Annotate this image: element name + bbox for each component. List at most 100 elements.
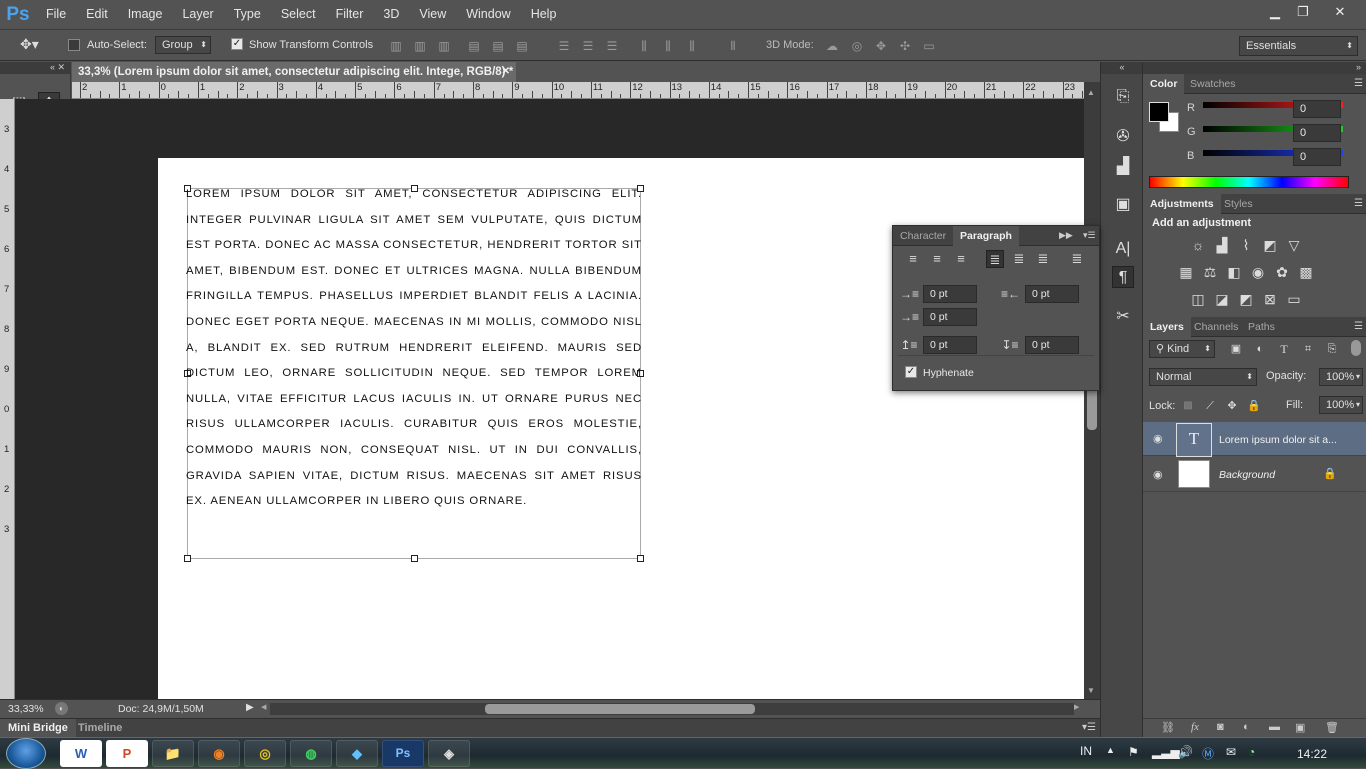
filter-pixel-icon[interactable]: ▣ [1227,341,1245,357]
color-foreground-swatch[interactable] [1149,102,1169,122]
menu-window[interactable]: Window [456,0,520,29]
menu-filter[interactable]: Filter [326,0,374,29]
photoshop-taskbar-button[interactable]: Ps [382,740,424,767]
3d-roll-icon[interactable]: ◎ [849,38,865,54]
collapse-strip-icon[interactable]: « [1101,62,1143,74]
menu-type[interactable]: Type [224,0,271,29]
new-adjustment-layer-icon[interactable]: ◐ [1243,721,1250,733]
color-lookup-icon[interactable]: ▩ [1297,264,1315,280]
layer-name[interactable]: Background [1219,469,1275,481]
menu-3d[interactable]: 3D [373,0,409,29]
3d-rotate-icon[interactable]: ☁ [824,38,840,54]
horizontal-scrollbar[interactable] [270,703,1074,715]
tools-panel-header[interactable]: « ✕ [0,62,71,74]
scroll-down-icon[interactable]: ▼ [1087,686,1095,695]
text-layer-content[interactable]: Lorem ipsum dolor sit amet, consectetur … [186,182,642,515]
menu-select[interactable]: Select [271,0,326,29]
collapse-panel-icon[interactable]: ▶▶ [1059,230,1073,241]
justify-last-right-icon[interactable]: ≣ [1034,250,1052,268]
network-icon[interactable]: ▂▃▅ [1152,745,1180,759]
selective-color-icon[interactable]: ⊠ [1261,291,1279,307]
channel-g-value[interactable]: 0 [1293,124,1341,142]
channel-b-value[interactable]: 0 [1293,148,1341,166]
align-left-text-icon[interactable]: ≡ [904,250,922,268]
minimize-button[interactable]: ▁ [1262,2,1288,22]
canvas-area[interactable]: Lorem ipsum dolor sit amet, consectetur … [15,99,1084,699]
word-taskbar-button[interactable]: W [60,740,102,767]
link-layers-icon[interactable]: ⛓ [1161,721,1175,734]
restore-button[interactable]: ❐ [1290,2,1316,22]
distribute-vcenter-icon[interactable]: ☰ [580,38,596,54]
opacity-input[interactable]: 100% ▾ [1319,368,1363,386]
panel-menu-icon[interactable]: ▾☰ [1082,722,1096,733]
indent-left-input[interactable]: 0 pt [923,285,977,303]
channel-mixer-icon[interactable]: ✿ [1273,264,1291,280]
tab-paths[interactable]: Paths [1241,317,1282,337]
3d-scale-icon[interactable]: ▭ [921,38,937,54]
action-center-flag-icon[interactable]: ⚑ [1128,745,1139,759]
filter-smart-object-icon[interactable]: ⎘ [1323,341,1341,357]
filter-shape-icon[interactable]: ⌗ [1299,341,1317,357]
clock[interactable]: 14:22 [1297,747,1327,761]
eye-icon[interactable]: ◉ [1153,432,1163,445]
align-hcenter-icon[interactable]: ▤ [490,38,506,54]
tab-color[interactable]: Color [1143,74,1185,94]
tray-app-icon-2[interactable]: ✉ [1226,745,1236,759]
tool-presets-icon[interactable]: ✂ [1112,306,1134,328]
space-before-input[interactable]: 0 pt [923,336,977,354]
exposure-icon[interactable]: ◩ [1261,237,1279,253]
tab-styles[interactable]: Styles [1217,194,1260,214]
panel-menu-icon[interactable]: ☰ [1354,78,1363,89]
lock-all-icon[interactable]: 🔒 [1245,398,1263,414]
layer-row-background[interactable]: ◉ Background 🔒 [1143,458,1366,492]
lock-transparent-icon[interactable]: ▩ [1179,398,1197,414]
navigator-panel-icon[interactable]: ✇ [1112,126,1134,148]
color-balance-icon[interactable]: ⚖ [1201,264,1219,280]
lock-position-icon[interactable]: ✥ [1223,398,1241,414]
tab-paragraph[interactable]: Paragraph [953,226,1019,246]
explorer-taskbar-button[interactable]: 📁 [152,740,194,767]
distribute-bottom-icon[interactable]: ☰ [604,38,620,54]
tab-mini-bridge[interactable]: Mini Bridge [0,719,76,738]
move-tool-preset-icon[interactable]: ✥▾ [20,36,39,53]
firefox-taskbar-button[interactable]: ◉ [198,740,240,767]
fill-input[interactable]: 100% ▾ [1319,396,1363,414]
threshold-icon[interactable]: ◩ [1237,291,1255,307]
scroll-left-icon[interactable]: ◀ [261,703,266,711]
distribute-left-icon[interactable]: ⫼ [636,38,652,54]
curves-icon[interactable]: ⌇ [1237,237,1255,253]
layer-row-text[interactable]: ◉ T Lorem ipsum dolor sit a... [1143,422,1366,457]
justify-last-center-icon[interactable]: ≣ [1010,250,1028,268]
close-document-icon[interactable]: ✕ [502,62,510,82]
menu-edit[interactable]: Edit [76,0,118,29]
app-taskbar-button-2[interactable]: ◆ [336,740,378,767]
layer-filter-kind-dropdown[interactable]: ⚲ Kind ⬍ [1149,340,1215,358]
menu-view[interactable]: View [409,0,456,29]
scroll-up-icon[interactable]: ▲ [1087,88,1095,97]
filter-type-icon[interactable]: T [1275,341,1293,357]
lock-image-icon[interactable]: ⟋ [1201,398,1219,414]
tray-app-icon[interactable]: Ⓜ [1202,745,1214,762]
transform-handle-bottom-left[interactable] [184,555,191,562]
new-layer-icon[interactable]: ▣ [1295,721,1305,734]
menu-help[interactable]: Help [521,0,567,29]
posterize-icon[interactable]: ◪ [1213,291,1231,307]
menu-layer[interactable]: Layer [172,0,223,29]
align-vcenter-icon[interactable]: ▥ [412,38,428,54]
menu-file[interactable]: File [36,0,76,29]
history-panel-icon[interactable]: ⎘ [1112,86,1134,108]
hyphenate-checkbox[interactable]: ✓ [905,366,917,379]
hue-saturation-icon[interactable]: ▦ [1177,264,1195,280]
brightness-contrast-icon[interactable]: ☼ [1189,237,1207,253]
zoom-level[interactable]: 33,33% [8,703,44,715]
invert-icon[interactable]: ◫ [1189,291,1207,307]
space-after-input[interactable]: 0 pt [1025,336,1079,354]
auto-align-layers-icon[interactable]: ⦀ [725,38,741,54]
language-indicator[interactable]: IN [1080,744,1092,758]
tab-adjustments[interactable]: Adjustments [1143,194,1221,214]
eye-icon[interactable]: ◉ [1153,468,1163,481]
align-left-icon[interactable]: ▤ [466,38,482,54]
panel-menu-icon[interactable]: ▾☰ [1083,230,1096,241]
layer-name[interactable]: Lorem ipsum dolor sit a... [1219,434,1337,446]
color-spectrum-bar[interactable] [1149,176,1349,188]
